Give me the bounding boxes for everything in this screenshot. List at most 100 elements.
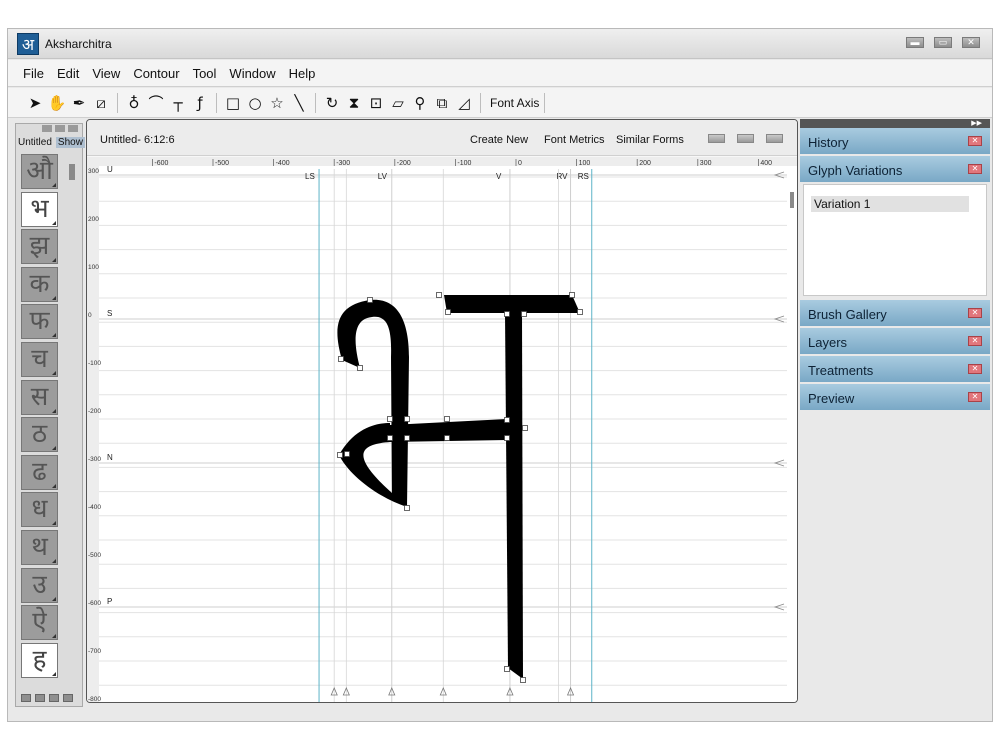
maximize-button[interactable]: ▭ — [934, 37, 952, 48]
panel-restore-icon[interactable] — [55, 125, 65, 132]
glyph-variations-label: Glyph Variations — [808, 163, 903, 178]
toolbar-divider — [480, 92, 481, 113]
close-icon[interactable]: ✕ — [968, 164, 982, 174]
reflect-icon[interactable]: ⧉ — [431, 92, 453, 114]
minimize-button[interactable]: ▬ — [906, 37, 924, 48]
control-point — [367, 297, 373, 303]
hook-icon[interactable]: ƒ — [189, 92, 211, 114]
editor-maximize-button[interactable] — [737, 134, 754, 143]
glyph-tile[interactable]: स — [21, 379, 58, 415]
close-icon[interactable]: ✕ — [968, 136, 982, 146]
history-panel[interactable]: History ✕ — [800, 128, 990, 156]
pen-icon[interactable]: ✒ — [68, 92, 90, 114]
glyph-tile[interactable]: च — [21, 341, 58, 377]
variation-item[interactable]: Variation 1 — [811, 196, 969, 212]
close-icon[interactable]: ✕ — [968, 392, 982, 402]
layers-panel[interactable]: Layers ✕ — [800, 328, 990, 356]
menu-file[interactable]: File — [23, 66, 44, 81]
ellipse-icon[interactable]: ○ — [244, 92, 266, 114]
history-label: History — [808, 135, 849, 150]
panel-tool-icon[interactable] — [49, 694, 59, 702]
pen-nib-icon[interactable]: ♁ — [123, 92, 145, 114]
panel-tool-icon[interactable] — [21, 694, 31, 702]
y-tick-label: 100 — [88, 264, 99, 271]
glyph-tile[interactable]: उ — [21, 567, 58, 603]
y-tick-label: -500 — [88, 552, 101, 559]
control-point — [338, 356, 344, 362]
expand-panels-icon[interactable]: ▶▶ — [800, 119, 990, 128]
y-tick-label: 300 — [88, 168, 99, 175]
close-icon[interactable]: ✕ — [968, 364, 982, 374]
ruler-icon[interactable]: ⧄ — [90, 92, 112, 114]
y-tick-label: -400 — [88, 504, 101, 511]
skew-icon[interactable]: ▱ — [387, 92, 409, 114]
menu-contour[interactable]: Contour — [133, 66, 179, 81]
glyph-tile[interactable]: झ — [21, 229, 58, 265]
glyph-panel: Untitled Show औभझकफचसठढधथउऐह — [15, 123, 85, 707]
menu-help[interactable]: Help — [289, 66, 316, 81]
preview-panel[interactable]: Preview ✕ — [800, 384, 990, 412]
glyph-tile[interactable]: ठ — [21, 417, 58, 453]
metric-line-label: U — [107, 165, 113, 174]
toolbar-divider — [216, 92, 217, 113]
font-metrics-button[interactable]: Font Metrics — [544, 134, 605, 146]
glyph-tile[interactable]: ढ — [21, 454, 58, 490]
panel-minimize-icon[interactable] — [42, 125, 52, 132]
menu-window[interactable]: Window — [229, 66, 275, 81]
title-bar: अ Aksharchitra ▬ ▭ ✕ — [8, 29, 992, 59]
metric-line-label: N — [107, 453, 113, 462]
toolbar-divider — [117, 92, 118, 113]
rotate-icon[interactable]: ↻ — [321, 92, 343, 114]
scale-icon[interactable]: ⊡ — [365, 92, 387, 114]
editor-minimize-button[interactable] — [708, 134, 725, 143]
editor-close-button[interactable] — [766, 134, 783, 143]
corner-icon[interactable]: ┬ — [167, 92, 189, 114]
glyph-tile[interactable]: ध — [21, 492, 58, 528]
arrow-icon[interactable]: ➤ — [24, 92, 46, 114]
curve-icon[interactable]: ⌒ — [145, 92, 167, 114]
glyph-tile[interactable]: फ — [21, 304, 58, 340]
show-button[interactable]: Show — [55, 136, 85, 148]
star-icon[interactable]: ☆ — [266, 92, 288, 114]
panel-close-icon[interactable] — [68, 125, 78, 132]
flip-icon[interactable]: ⧗ — [343, 92, 365, 114]
hand-icon[interactable]: ✋ — [46, 92, 68, 114]
create-new-button[interactable]: Create New — [470, 134, 528, 146]
menu-bar: File Edit View Contour Tool Window Help — [8, 60, 992, 87]
toolbar-divider — [544, 92, 546, 113]
menu-edit[interactable]: Edit — [57, 66, 79, 81]
zoom-icon[interactable]: ⚲ — [409, 92, 431, 114]
glyph-tile[interactable]: ऐ — [21, 605, 58, 641]
treatments-panel[interactable]: Treatments ✕ — [800, 356, 990, 384]
glyph-tile[interactable]: औ — [21, 154, 58, 189]
glyph-tile[interactable]: ह — [21, 642, 58, 678]
brush-gallery-panel[interactable]: Brush Gallery ✕ — [800, 300, 990, 328]
panel-tool-icon[interactable] — [63, 694, 73, 702]
control-point — [445, 309, 451, 315]
close-button[interactable]: ✕ — [962, 37, 980, 48]
control-point — [404, 416, 410, 422]
glyph-variations-panel[interactable]: Glyph Variations ✕ — [800, 156, 990, 184]
close-icon[interactable]: ✕ — [968, 308, 982, 318]
glyph-tile[interactable]: क — [21, 266, 58, 302]
x-tick-label: 300 — [700, 160, 712, 167]
control-point — [337, 452, 343, 458]
line-icon[interactable]: ╲ — [288, 92, 310, 114]
close-icon[interactable]: ✕ — [968, 336, 982, 346]
menu-view[interactable]: View — [92, 66, 120, 81]
glyph-list-scrollbar[interactable] — [69, 164, 75, 180]
font-axis-button[interactable]: Font Axis — [490, 96, 539, 110]
y-tick-label: -200 — [88, 408, 101, 415]
glyph-canvas[interactable]: -600-500-400-300-200-1000100200300400500… — [87, 157, 798, 703]
menu-tool[interactable]: Tool — [193, 66, 217, 81]
panel-tool-icon[interactable] — [35, 694, 45, 702]
rectangle-icon[interactable]: □ — [222, 92, 244, 114]
y-tick-label: -100 — [88, 360, 101, 367]
glyph-tile[interactable]: थ — [21, 529, 58, 565]
glyph-tile[interactable]: भ — [21, 191, 58, 227]
similar-forms-button[interactable]: Similar Forms — [616, 134, 684, 146]
control-point — [404, 505, 410, 511]
glyph-headline — [444, 295, 580, 313]
x-tick-label: -300 — [336, 160, 350, 167]
shape-icon[interactable]: ◿ — [453, 92, 475, 114]
